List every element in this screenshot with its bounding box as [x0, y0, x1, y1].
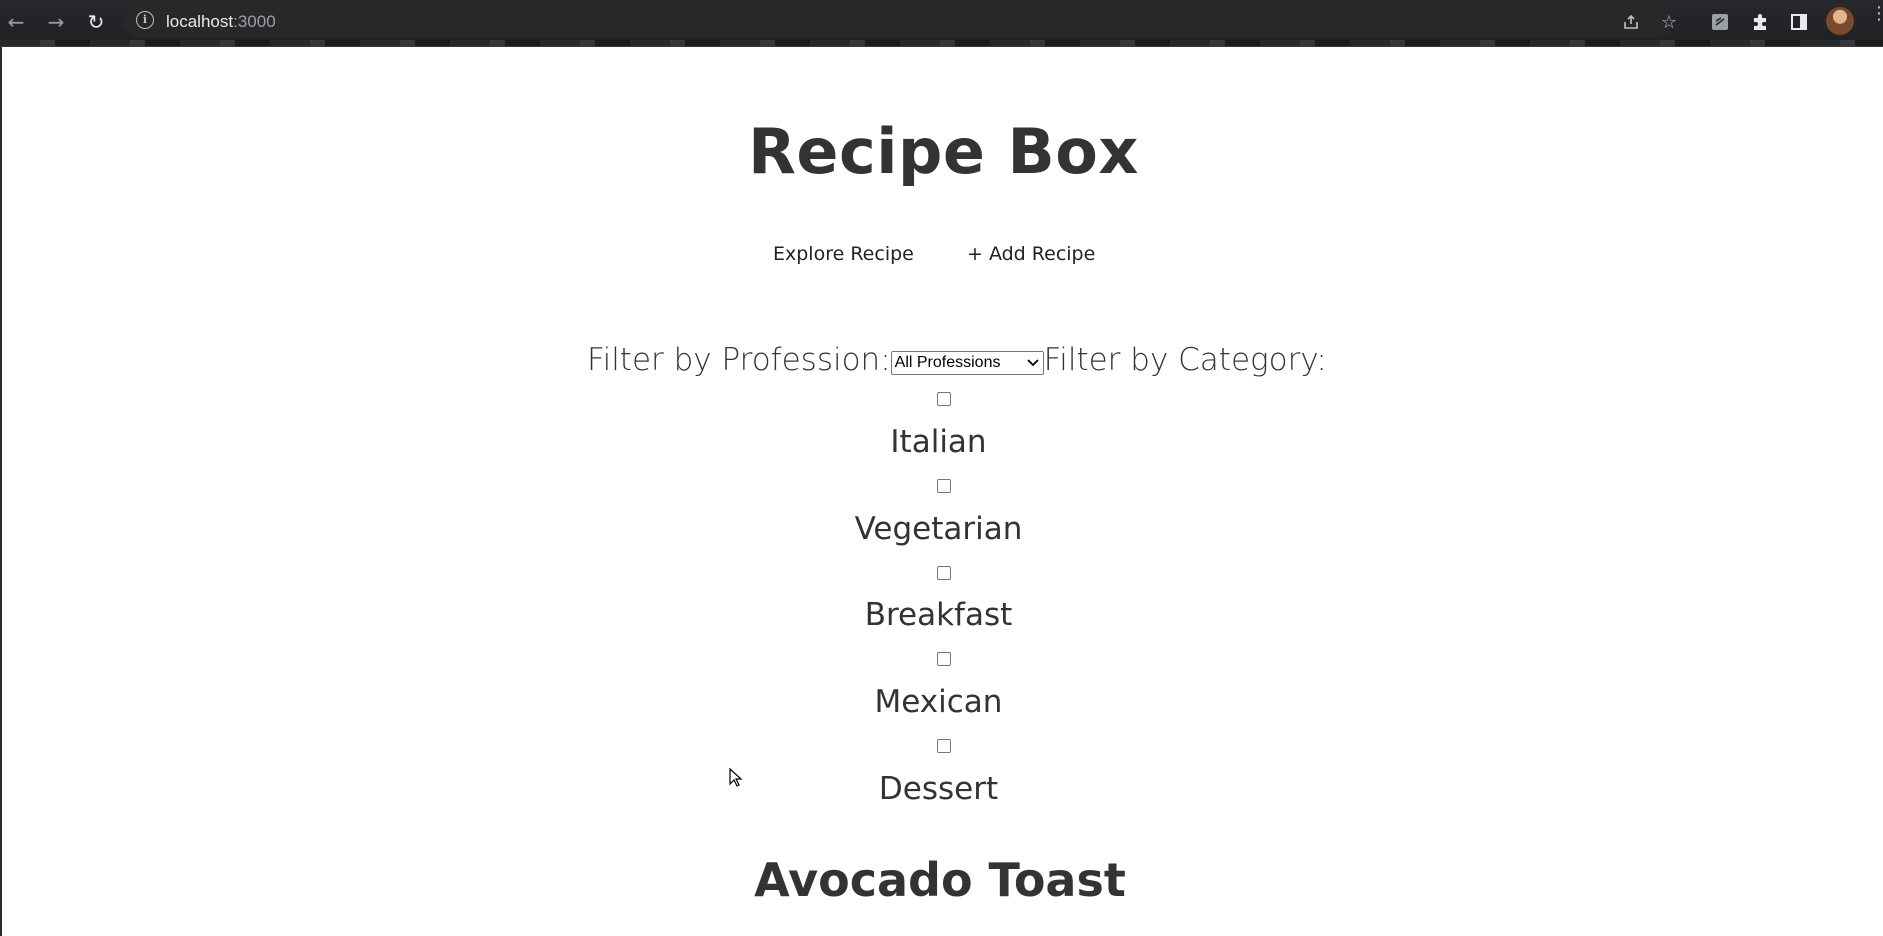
category-label-mexican: Mexican — [874, 684, 1003, 720]
address-bar[interactable]: i localhost:3000 — [124, 4, 1672, 38]
browser-toolbar: ← → ↻ i localhost:3000 ☆ ⋮ — [0, 0, 1883, 47]
site-info-icon[interactable]: i — [136, 11, 154, 29]
toolbar-decoration — [0, 40, 1883, 46]
profession-select-value: All Professions — [894, 354, 1001, 371]
checkbox-vegetarian[interactable] — [937, 479, 951, 493]
puzzle-extensions-icon[interactable] — [1747, 9, 1773, 35]
bookmark-star-icon[interactable]: ☆ — [1656, 9, 1682, 35]
filter-row: Filter by Profession: All Professions Fi… — [587, 340, 1327, 380]
forward-icon[interactable]: → — [42, 8, 70, 36]
page-title: Recipe Box — [748, 115, 1139, 188]
extension-icon[interactable] — [1707, 9, 1733, 35]
url-text[interactable]: localhost:3000 — [166, 12, 276, 32]
checkbox-breakfast[interactable] — [937, 566, 951, 580]
category-label-italian: Italian — [890, 424, 987, 460]
mouse-pointer-icon — [729, 768, 743, 787]
category-label-vegetarian: Vegetarian — [854, 511, 1023, 547]
profession-filter-label: Filter by Profession: — [587, 342, 891, 378]
share-icon[interactable] — [1618, 9, 1644, 35]
category-label-dessert: Dessert — [878, 771, 999, 807]
checkbox-dessert[interactable] — [937, 739, 951, 753]
profession-select[interactable]: All Professions — [890, 351, 1044, 375]
explore-recipe-link[interactable]: Explore Recipe — [773, 243, 914, 265]
checkbox-italian[interactable] — [937, 392, 951, 406]
page-content: Recipe Box Explore Recipe + Add Recipe F… — [0, 47, 1883, 936]
menu-kebab-icon[interactable]: ⋮ — [1870, 5, 1883, 34]
profile-avatar[interactable] — [1826, 7, 1854, 35]
back-icon[interactable]: ← — [2, 8, 30, 36]
chevron-down-icon — [1027, 359, 1039, 367]
checkbox-mexican[interactable] — [937, 652, 951, 666]
recipe-title[interactable]: Avocado Toast — [2, 853, 1878, 907]
category-filter-label: Filter by Category: — [1043, 342, 1327, 378]
add-recipe-link[interactable]: + Add Recipe — [967, 243, 1095, 265]
reload-icon[interactable]: ↻ — [82, 8, 110, 36]
side-panel-icon[interactable] — [1786, 9, 1812, 35]
category-label-breakfast: Breakfast — [864, 597, 1013, 633]
